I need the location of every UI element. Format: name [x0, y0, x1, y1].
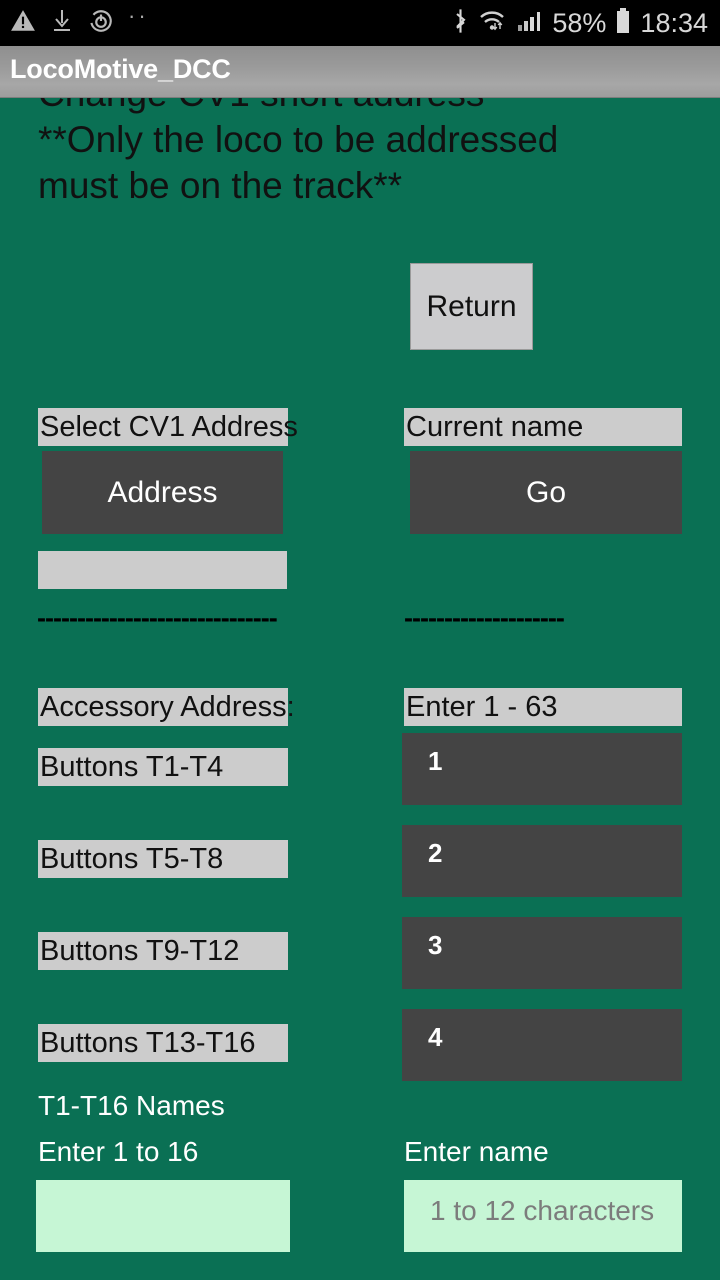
header-line-2: **Only the loco to be addressed — [38, 119, 559, 160]
cv1-address-input[interactable] — [38, 551, 287, 589]
enter-index-label: Enter 1 to 16 — [38, 1136, 199, 1167]
buttons-t9-t12-label: Buttons T9-T12 — [38, 932, 288, 970]
accessory-row-1-button[interactable]: 1 — [402, 733, 682, 805]
buttons-t13-t16-label: Buttons T13-T16 — [38, 1024, 288, 1062]
status-bar-right-icons: 58% 18:34 — [452, 0, 708, 46]
download-icon — [50, 8, 74, 39]
bluetooth-icon — [452, 7, 469, 40]
header-line-1: Change CV1 short address — [38, 98, 484, 114]
app-screen: ·· 58% 18:34 LocoMotive_DCC **Only the l… — [0, 0, 720, 1280]
enter-name-label: Enter name — [404, 1136, 549, 1167]
buttons-t5-t8-label: Buttons T5-T8 — [38, 840, 288, 878]
wifi-icon — [478, 8, 508, 39]
name-index-input[interactable] — [36, 1180, 290, 1252]
signal-icon — [517, 8, 543, 39]
accessory-row-3-button[interactable]: 3 — [402, 917, 682, 989]
return-button[interactable]: Return — [410, 263, 533, 350]
clock-text: 18:34 — [640, 8, 708, 38]
select-cv1-address-label: Select CV1 Address — [38, 408, 298, 446]
battery-percent-text: 58% — [552, 8, 607, 38]
app-title: LocoMotive_DCC — [10, 54, 231, 84]
power-icon — [88, 8, 114, 39]
warning-icon — [10, 8, 36, 39]
accessory-address-label: Accessory Address: — [38, 688, 295, 726]
address-button[interactable]: Address — [42, 451, 283, 534]
more-dots-icon: ·· — [128, 3, 149, 28]
app-title-bar: LocoMotive_DCC — [0, 46, 720, 98]
name-text-input[interactable]: 1 to 12 characters — [404, 1180, 682, 1252]
names-section-title: T1-T16 Names — [38, 1090, 225, 1121]
separator-left: ------------------------------ — [37, 603, 278, 633]
accessory-row-2-button[interactable]: 2 — [402, 825, 682, 897]
status-bar-left-icons: ·· — [10, 0, 149, 46]
accessory-row-4-button[interactable]: 4 — [402, 1009, 682, 1081]
buttons-t1-t4-label: Buttons T1-T4 — [38, 748, 288, 786]
go-button[interactable]: Go — [410, 451, 682, 534]
header-line-3: must be on the track** — [38, 165, 403, 206]
status-bar: ·· 58% 18:34 — [0, 0, 720, 46]
separator-right: -------------------- — [404, 603, 565, 633]
current-name-label: Current name — [404, 408, 682, 446]
battery-icon — [615, 7, 631, 40]
accessory-range-label: Enter 1 - 63 — [404, 688, 682, 726]
main-content: Change CV1 short address **Only the loco… — [0, 98, 720, 1280]
